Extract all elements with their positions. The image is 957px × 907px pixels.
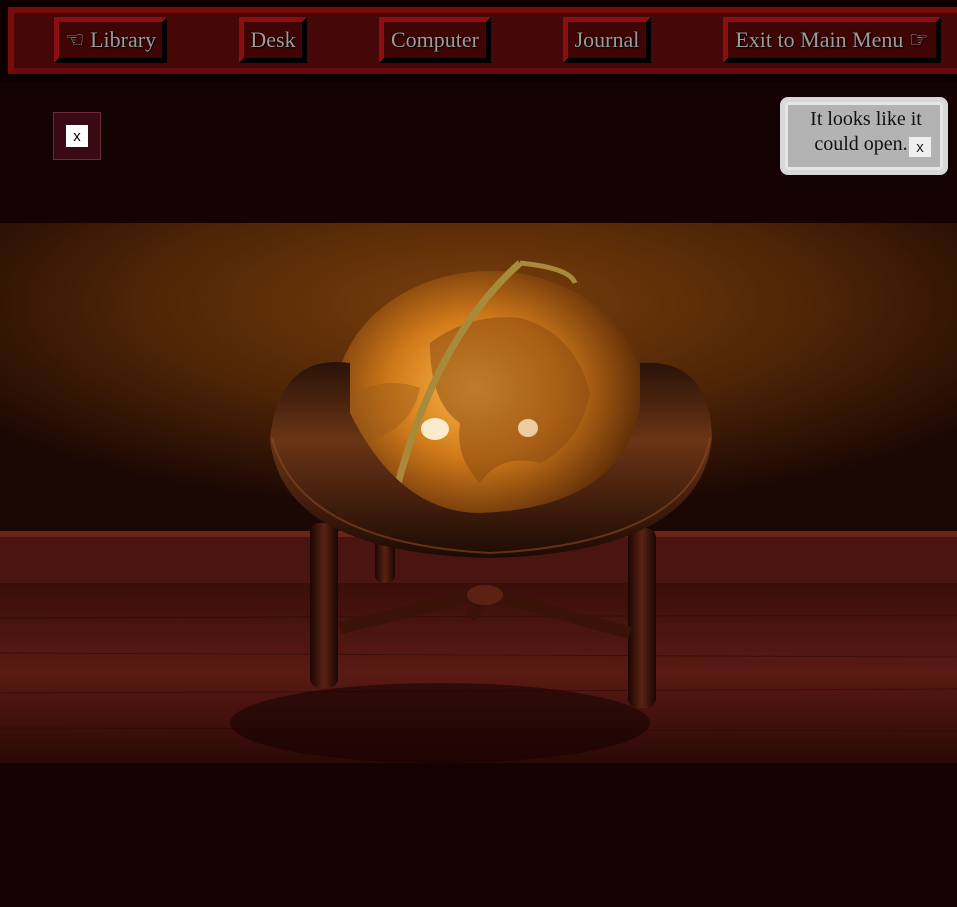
close-view-label: x bbox=[66, 125, 88, 147]
globe-scene-art bbox=[0, 223, 957, 763]
library-button[interactable]: ☜ Library bbox=[54, 17, 167, 63]
navigation-bar: ☜ Library Desk Computer Journal Exit to … bbox=[0, 0, 957, 82]
exit-to-main-menu-button[interactable]: Exit to Main Menu ☞ bbox=[723, 17, 941, 63]
hint-bubble-inner: It looks like it could open... x bbox=[785, 102, 943, 170]
desk-button[interactable]: Desk bbox=[239, 17, 307, 63]
hint-close-button[interactable]: x bbox=[909, 137, 931, 157]
hint-bubble: It looks like it could open... x bbox=[780, 97, 948, 175]
computer-button[interactable]: Computer bbox=[379, 17, 491, 63]
globe-scene bbox=[0, 223, 957, 763]
close-view-button[interactable]: x bbox=[53, 112, 101, 160]
stand-shadow bbox=[230, 683, 650, 763]
journal-button[interactable]: Journal bbox=[563, 17, 651, 63]
